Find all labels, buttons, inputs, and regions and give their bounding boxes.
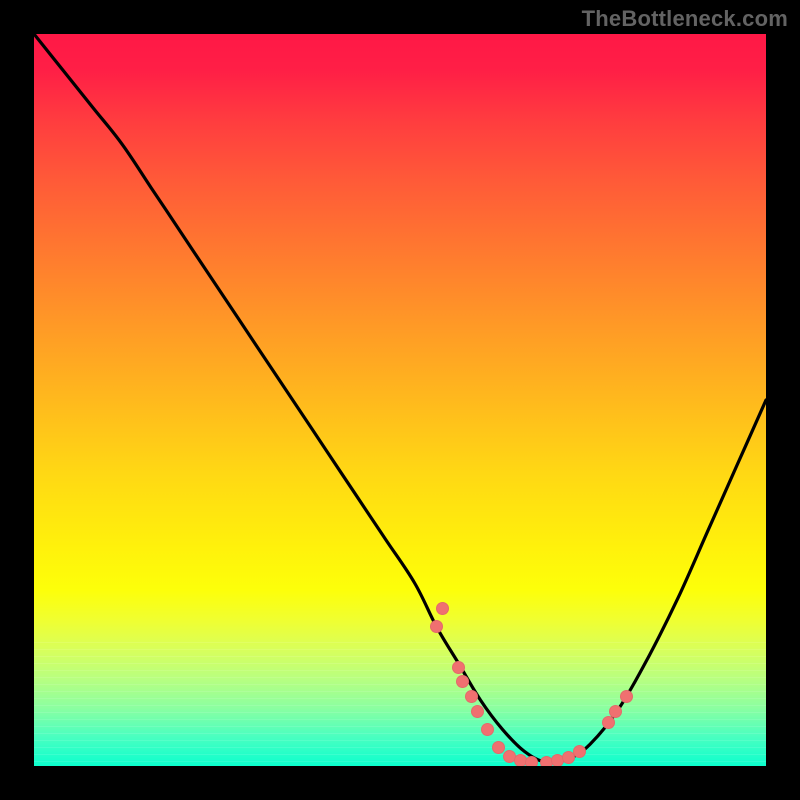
data-marker — [525, 756, 538, 766]
watermark-label: TheBottleneck.com — [582, 6, 788, 32]
data-marker — [452, 661, 465, 674]
bottleneck-curve — [34, 34, 766, 766]
data-marker — [471, 705, 484, 718]
data-marker — [436, 602, 449, 615]
plot-area — [34, 34, 766, 766]
chart-frame: TheBottleneck.com — [0, 0, 800, 800]
data-marker — [609, 705, 622, 718]
data-marker — [573, 745, 586, 758]
